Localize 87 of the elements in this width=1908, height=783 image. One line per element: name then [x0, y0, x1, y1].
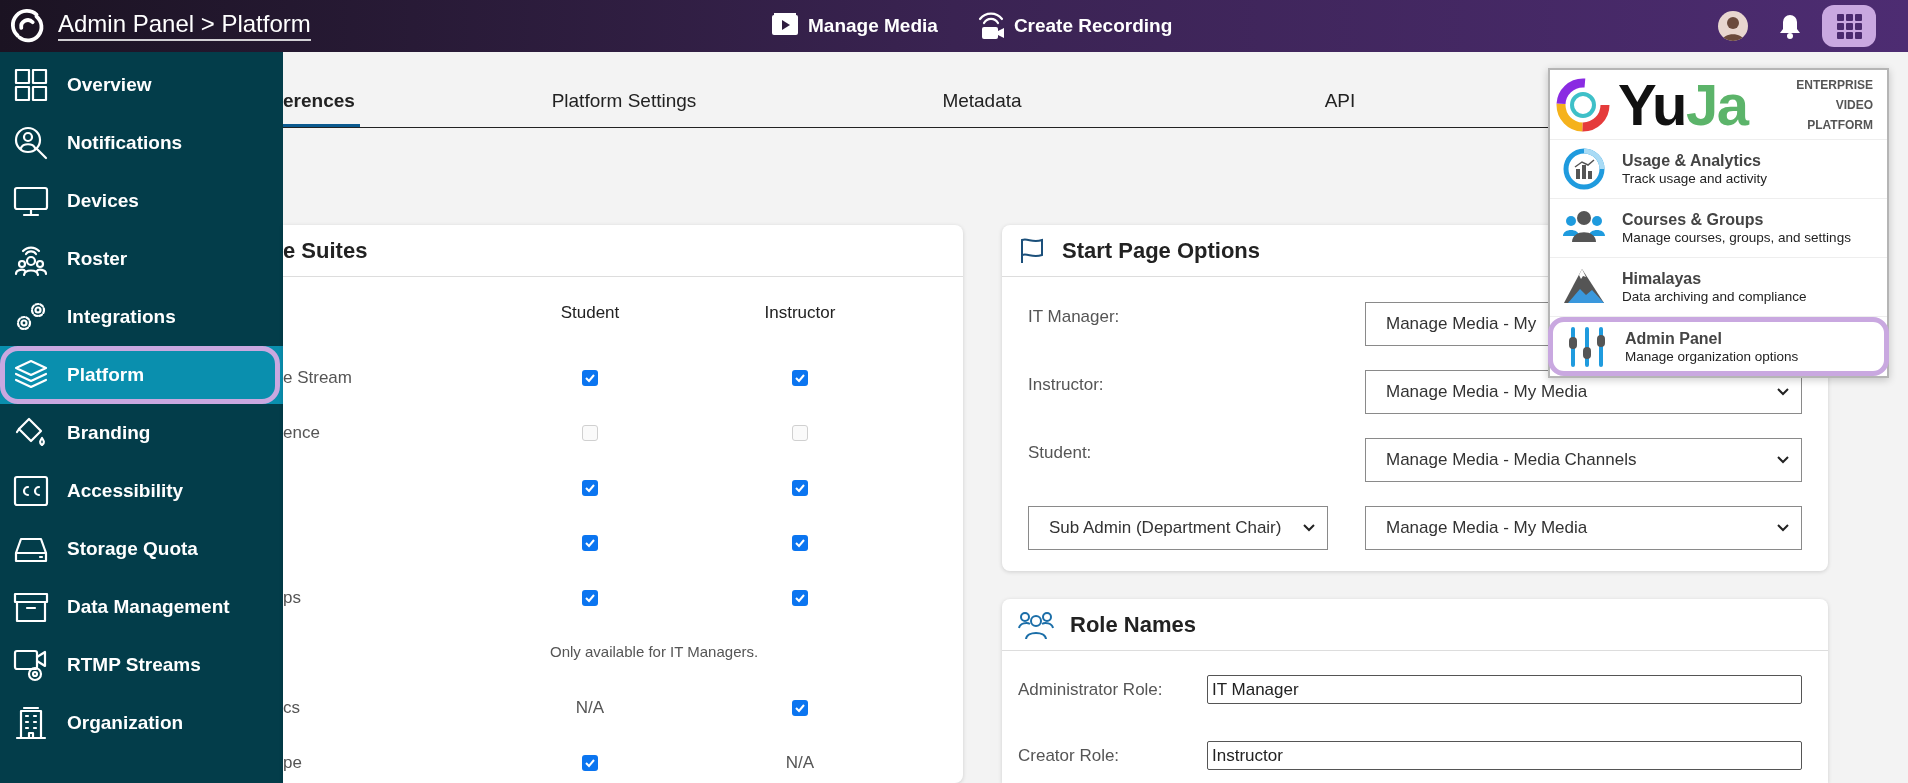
dropdown-select[interactable]: Manage Media - My Media: [1365, 506, 1802, 550]
row-label: ence: [283, 421, 320, 444]
apps-grid-icon: [1836, 13, 1862, 39]
checkbox[interactable]: [792, 479, 808, 496]
sidebar-item[interactable]: Overview: [0, 56, 283, 114]
people-icon: [1018, 609, 1054, 640]
app-menu-item[interactable]: Courses & Groups Manage courses, groups, and settings: [1550, 199, 1887, 258]
app-menu-item[interactable]: Himalayas Data archiving and compliance: [1550, 258, 1887, 317]
tab[interactable]: Platform Settings: [445, 79, 803, 127]
brand-text: Yu: [1618, 75, 1686, 134]
sidebar-item[interactable]: Integrations: [0, 288, 283, 346]
dropdown-select[interactable]: Manage Media - My Media: [1365, 370, 1802, 414]
checkbox[interactable]: [582, 534, 598, 551]
cell-text: N/A: [785, 751, 815, 774]
card-title: Start Page Options: [1062, 237, 1261, 265]
row-label: cs: [283, 696, 300, 719]
breadcrumb-link[interactable]: Admin Panel > Platform: [58, 11, 311, 41]
chart-circle-icon: [1562, 147, 1606, 191]
dropdown-select[interactable]: Sub Admin (Department Chair): [1028, 506, 1328, 550]
menu-item-title: Courses & Groups: [1622, 210, 1765, 229]
chevron-down-icon: [1777, 524, 1789, 532]
menu-item-subtitle: Track usage and activity: [1622, 170, 1768, 187]
building-icon: [13, 705, 49, 741]
sidebar-item[interactable]: Notifications: [0, 114, 283, 172]
sidebar-item[interactable]: Organization: [0, 694, 283, 752]
tagline-text: ENTERPRISE: [1796, 76, 1873, 94]
sidebar-item[interactable]: Devices: [0, 172, 283, 230]
checkbox[interactable]: [582, 589, 598, 606]
brand-text: Ja: [1686, 75, 1748, 134]
checkbox[interactable]: [792, 589, 808, 606]
menu-item-subtitle: Data archiving and compliance: [1622, 288, 1807, 305]
tab[interactable]: API: [1161, 79, 1519, 127]
sidebar-item[interactable]: RTMP Streams: [0, 636, 283, 694]
apps-grid-button[interactable]: [1822, 5, 1876, 47]
swirl-logo-icon: [8, 7, 46, 45]
sidebar-item[interactable]: Data Management: [0, 578, 283, 636]
header-action-button[interactable]: Create Recording: [975, 11, 1173, 41]
closed-captions-icon: [13, 473, 49, 509]
field-label: Student:: [1028, 442, 1093, 464]
checkbox[interactable]: [582, 369, 598, 386]
grid-icon: [13, 67, 49, 103]
tagline-text: VIDEO: [1835, 96, 1873, 114]
tagline-text: PLATFORM: [1807, 116, 1873, 134]
column-header: Instructor: [763, 302, 837, 325]
row-label: e Stream: [283, 366, 352, 389]
menu-item-title: Usage & Analytics: [1622, 151, 1762, 170]
bell-icon: [1778, 13, 1802, 39]
tab[interactable]: erences: [283, 79, 360, 127]
camera-icon: [13, 647, 49, 683]
cell-text: N/A: [575, 696, 605, 719]
row-label: ps: [283, 586, 301, 609]
field-label: Instructor:: [1028, 374, 1105, 396]
text-input[interactable]: Instructor: [1207, 741, 1802, 770]
avatar[interactable]: [1718, 11, 1748, 41]
magnifier-person-icon: [13, 125, 49, 161]
column-header: Student: [559, 302, 621, 325]
sidebar-item[interactable]: Roster: [0, 230, 283, 288]
chevron-down-icon: [1777, 456, 1789, 464]
sidebar-item[interactable]: Platform: [0, 346, 280, 404]
checkbox[interactable]: [792, 699, 808, 716]
menu-item-subtitle: Manage courses, groups, and settings: [1622, 229, 1851, 246]
menu-item-title: Admin Panel: [1625, 328, 1723, 348]
flag-icon: [1018, 236, 1046, 265]
sidebar-item[interactable]: Accessibility: [0, 462, 283, 520]
card-title: e Suites: [283, 237, 368, 265]
row-label: pe: [283, 751, 302, 774]
chevron-down-icon: [1777, 388, 1789, 396]
checkbox[interactable]: [792, 534, 808, 551]
card-title: Role Names: [1070, 611, 1196, 639]
note-text: Only available for IT Managers.: [550, 642, 759, 663]
checkbox[interactable]: [792, 369, 808, 386]
sidebar-item[interactable]: Storage Quota: [0, 520, 283, 578]
dropdown-select[interactable]: Manage Media - Media Channels: [1365, 438, 1802, 482]
header-action-button[interactable]: Manage Media: [770, 11, 938, 41]
menu-item-title: Himalayas: [1622, 269, 1703, 288]
field-label: Creator Role:: [1018, 744, 1121, 767]
text-input[interactable]: IT Manager: [1207, 675, 1802, 704]
menu-item-subtitle: Manage organization options: [1625, 347, 1799, 365]
app-menu-item[interactable]: Usage & Analytics Track usage and activity: [1550, 140, 1887, 199]
tab[interactable]: Metadata: [803, 79, 1161, 127]
sidebar-item[interactable]: Branding: [0, 404, 283, 462]
field-label: Administrator Role:: [1018, 678, 1164, 701]
checkbox[interactable]: [582, 754, 598, 771]
checkbox[interactable]: [582, 479, 598, 496]
field-label: IT Manager:: [1028, 306, 1121, 328]
chevron-down-icon: [1303, 524, 1315, 532]
app-menu-item[interactable]: Admin Panel Manage organization options: [1548, 317, 1889, 376]
